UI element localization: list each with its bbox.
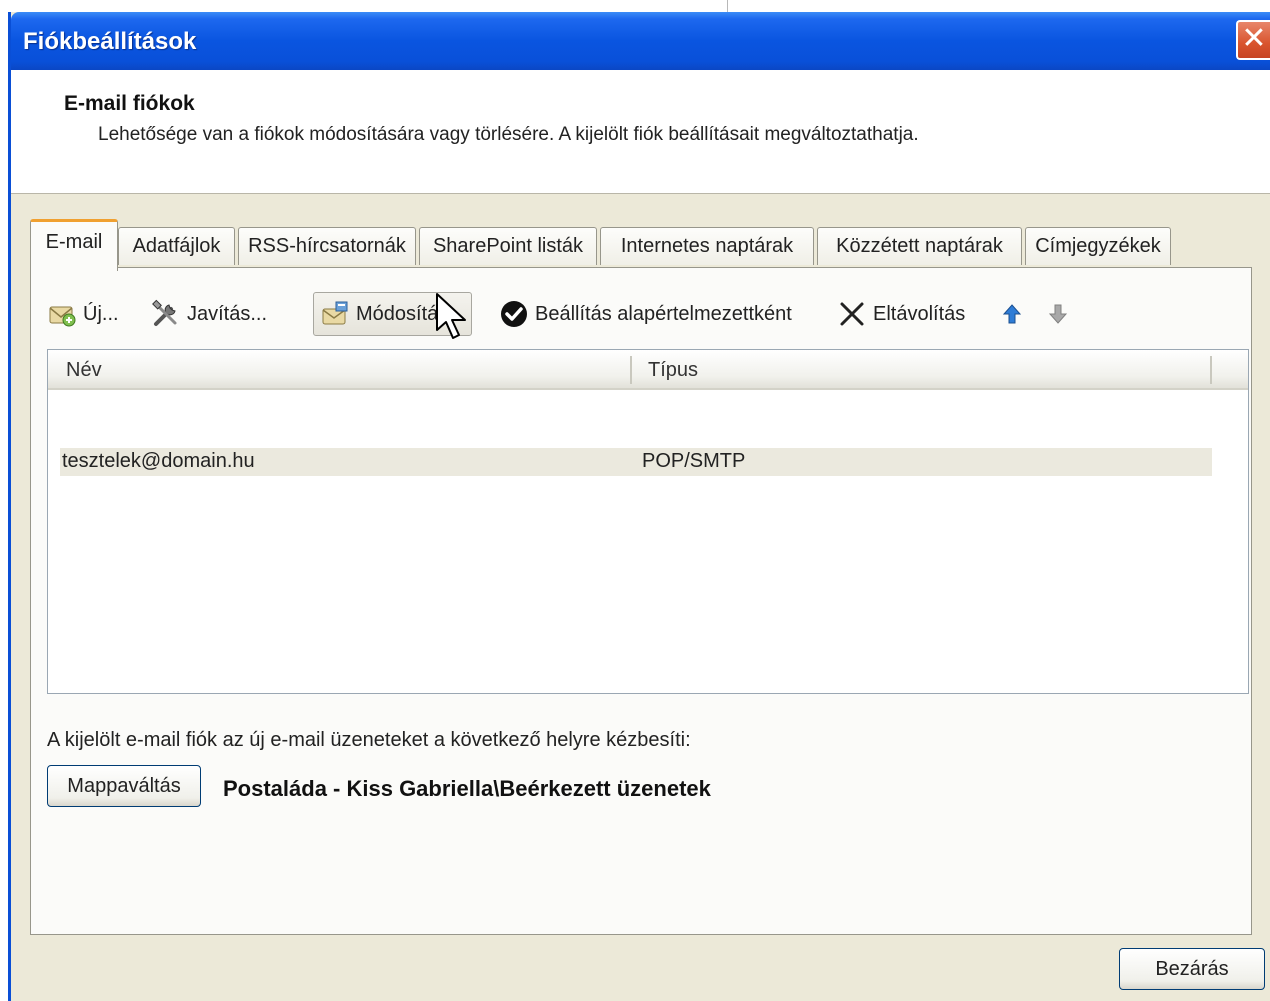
tab-email[interactable]: E-mail — [30, 219, 118, 271]
arrow-up-icon — [997, 299, 1027, 329]
column-header-name[interactable]: Név — [66, 359, 102, 382]
new-account-label: Új... — [83, 302, 119, 325]
delivery-folder-path: Postaláda - Kiss Gabriella\Beérkezett üz… — [223, 776, 711, 801]
account-toolbar: Új... Javítás... Módosítás... Beállítás … — [47, 292, 1147, 338]
tab-sharepoint-lists[interactable]: SharePoint listák — [419, 227, 597, 265]
table-row[interactable]: tesztelek@domain.hu POP/SMTP — [60, 448, 1212, 476]
change-account-icon — [320, 299, 350, 329]
repair-label: Javítás... — [187, 302, 268, 325]
account-type-cell: POP/SMTP — [642, 450, 746, 472]
close-dialog-button[interactable]: Bezárás — [1119, 948, 1265, 990]
tab-internet-calendars[interactable]: Internetes naptárak — [600, 227, 814, 265]
set-default-label: Beállítás alapértelmezettként — [535, 302, 792, 325]
dialog-header: E-mail fiókok Lehetősége van a fiókok mó… — [11, 70, 1270, 194]
repair-button[interactable]: Javítás... — [151, 292, 267, 336]
account-settings-dialog: Fiókbeállítások ✕ E-mail fiókok Lehetősé… — [8, 12, 1270, 1001]
new-account-icon — [47, 299, 77, 329]
window-title: Fiókbeállítások — [23, 28, 197, 55]
tab-address-books[interactable]: Címjegyzékek — [1025, 227, 1171, 265]
delivery-description: A kijelölt e-mail fiók az új e-mail üzen… — [47, 729, 691, 751]
arrow-down-icon — [1043, 299, 1073, 329]
mouse-pointer-icon — [436, 293, 466, 339]
list-header: Név Típus — [48, 350, 1248, 390]
move-down-button[interactable] — [1043, 292, 1079, 336]
title-bar[interactable]: Fiókbeállítások ✕ — [11, 12, 1270, 70]
tab-rss-feeds[interactable]: RSS-hírcsatornák — [238, 227, 416, 265]
checkmark-circle-icon — [499, 299, 529, 329]
background-line — [727, 0, 728, 12]
set-default-button[interactable]: Beállítás alapértelmezettként — [499, 292, 792, 336]
window-close-button[interactable]: ✕ — [1236, 20, 1270, 60]
tab-published-calendars[interactable]: Közzétett naptárak — [817, 227, 1022, 265]
remove-button[interactable]: Eltávolítás — [837, 292, 965, 336]
column-divider[interactable] — [630, 356, 632, 384]
tab-data-files[interactable]: Adatfájlok — [118, 227, 235, 265]
section-title: E-mail fiókok — [64, 92, 195, 115]
email-tab-panel: Új... Javítás... Módosítás... Beállítás … — [30, 267, 1252, 935]
column-divider[interactable] — [1210, 356, 1212, 384]
repair-tools-icon — [151, 299, 181, 329]
column-header-type[interactable]: Típus — [648, 359, 698, 382]
x-icon — [837, 299, 867, 329]
new-account-button[interactable]: Új... — [47, 292, 119, 336]
section-description: Lehetősége van a fiókok módosítására vag… — [98, 124, 919, 145]
remove-label: Eltávolítás — [873, 302, 966, 325]
move-up-button[interactable] — [997, 292, 1033, 336]
account-list: Név Típus tesztelek@domain.hu POP/SMTP — [47, 349, 1249, 694]
account-name-cell: tesztelek@domain.hu — [62, 450, 255, 472]
change-folder-button[interactable]: Mappaváltás — [47, 765, 201, 807]
